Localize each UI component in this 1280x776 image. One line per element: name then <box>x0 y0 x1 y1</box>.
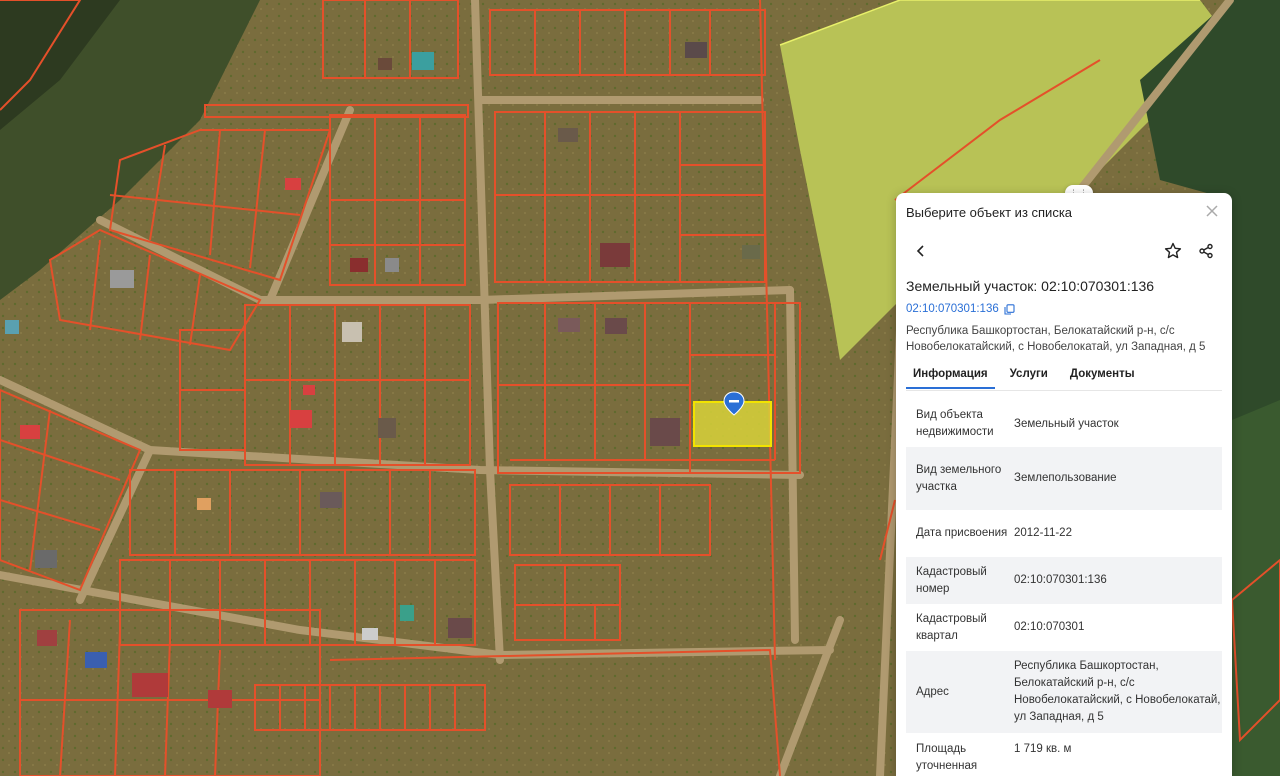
row-value: Земельный участок <box>1014 417 1119 430</box>
tab-documents[interactable]: Документы <box>1063 368 1142 389</box>
back-button[interactable] <box>906 236 936 266</box>
table-row: Кадастровый квартал 02:10:070301 <box>906 604 1222 651</box>
row-value: Землепользование <box>1014 472 1117 484</box>
row-key: Кадастровый номер <box>916 565 987 595</box>
row-key: Вид земельного участка <box>916 463 1002 493</box>
share-icon <box>1199 243 1213 259</box>
row-value: 02:10:070301:136 <box>1014 574 1107 586</box>
panel-header: Выберите объект из списка <box>906 205 1073 220</box>
row-value: 02:10:070301 <box>1014 621 1085 633</box>
tab-divider <box>906 390 1222 391</box>
object-info-panel: Выберите объект из списка Земельный учас… <box>896 193 1232 776</box>
row-key: Адрес <box>916 685 949 698</box>
copy-icon[interactable] <box>1004 303 1015 315</box>
favorite-button[interactable] <box>1158 236 1188 266</box>
info-table: Вид объекта недвижимости Земельный участ… <box>906 401 1222 776</box>
table-row: Дата присвоения 2012-11-22 <box>906 510 1222 557</box>
row-value: Республика Башкортостан, Белокатайский р… <box>1014 660 1221 723</box>
row-key: Кадастровый квартал <box>916 612 987 642</box>
row-key: Площадь уточненная <box>916 743 978 772</box>
table-row: Кадастровый номер 02:10:070301:136 <box>906 557 1222 604</box>
share-button[interactable] <box>1191 236 1221 266</box>
cadastral-number-text[interactable]: 02:10:070301:136 <box>906 303 999 315</box>
table-row: Вид объекта недвижимости Земельный участ… <box>906 401 1222 447</box>
object-title: Земельный участок: 02:10:070301:136 <box>906 278 1155 294</box>
table-row: Вид земельного участка Землепользование <box>906 447 1222 510</box>
row-key: Дата присвоения <box>916 527 1008 539</box>
tab-info[interactable]: Информация <box>906 368 995 389</box>
row-key: Вид объекта недвижимости <box>916 409 994 438</box>
close-icon[interactable] <box>1204 203 1220 219</box>
tab-services[interactable]: Услуги <box>1003 368 1055 389</box>
row-value: 2012-11-22 <box>1014 527 1072 539</box>
row-value: 1 719 кв. м <box>1014 743 1072 755</box>
object-address: Республика Башкортостан, Белокатайский р… <box>906 325 1206 353</box>
star-icon <box>1164 242 1182 259</box>
panel-tabs: Информация Услуги Документы <box>906 368 1150 389</box>
cadastral-number-link[interactable]: 02:10:070301:136 <box>906 303 1015 315</box>
back-arrow-icon <box>916 245 924 257</box>
table-row: Адрес Республика Башкортостан, Белокатай… <box>906 651 1222 733</box>
table-row: Площадь уточненная 1 719 кв. м <box>906 733 1222 776</box>
